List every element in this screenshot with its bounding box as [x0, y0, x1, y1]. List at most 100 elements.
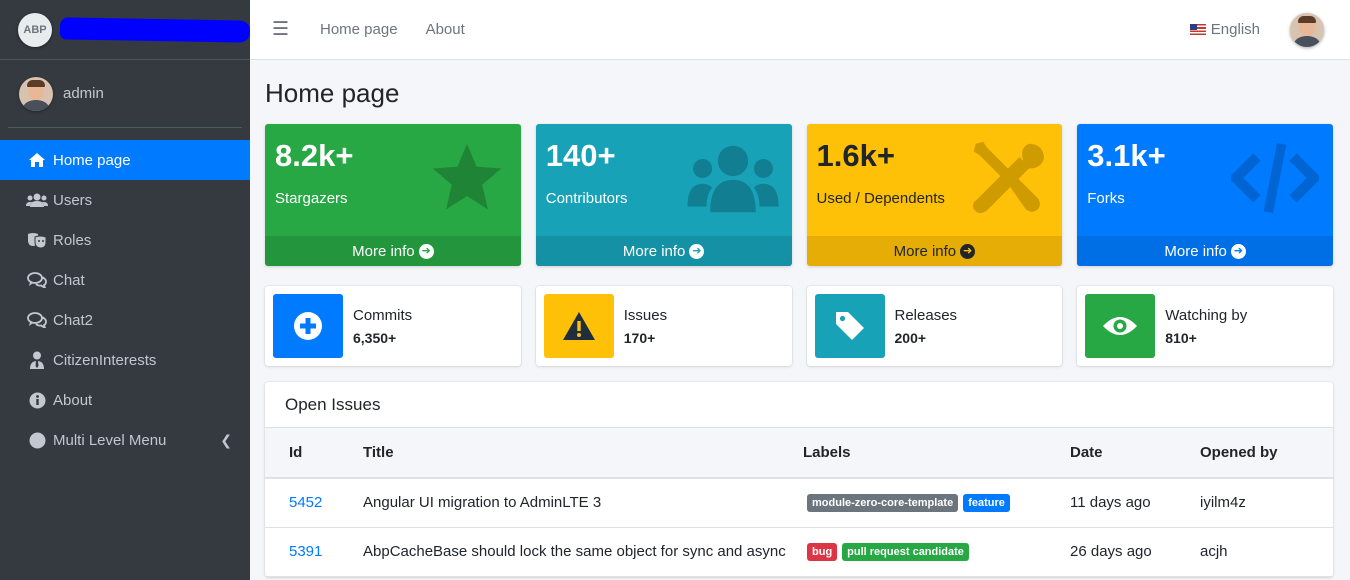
sidebar-item-multi-level-menu[interactable]: Multi Level Menu ❮: [0, 420, 250, 460]
users-icon: [686, 145, 779, 213]
brand-link[interactable]: ABP: [0, 0, 251, 60]
stat-label: Forks: [1087, 190, 1125, 207]
stat-label: Stargazers: [275, 190, 348, 207]
user-avatar: [19, 76, 53, 111]
issue-labels: module-zero-core-template feature: [803, 478, 1070, 528]
sidebar-item-label: CitizenInterests: [53, 351, 157, 369]
sidebar-item-about[interactable]: About: [0, 380, 250, 420]
info-value: 810+: [1165, 329, 1197, 346]
users-icon: [26, 193, 48, 207]
language-label: English: [1210, 21, 1260, 38]
info-value: 6,350+: [353, 329, 397, 346]
sidebar-item-users[interactable]: Users: [0, 180, 250, 220]
label-badge: pull request candidate: [842, 542, 969, 561]
issue-author: iyilm4z: [1200, 478, 1333, 528]
sidebar-item-chat[interactable]: Chat: [0, 260, 250, 300]
info-boxes: Commits 6,350+ Issues 170+ Releases 200+: [265, 286, 1333, 366]
arrow-circle-right-icon: ➜: [418, 243, 434, 259]
stat-label: Contributors: [545, 190, 628, 207]
nav-link-about[interactable]: About: [426, 21, 465, 38]
user-panel[interactable]: admin: [8, 60, 242, 128]
star-icon: [432, 143, 501, 210]
page-title: Home page: [265, 78, 400, 108]
sidebar-nav: Home page Users Roles Chat Chat2 Citizen…: [0, 140, 250, 460]
user-tie-icon: [26, 351, 48, 369]
issue-title: AbpCacheBase should lock the same object…: [363, 527, 803, 577]
stat-value: 140+: [545, 138, 616, 173]
plus-circle-icon: [273, 294, 343, 358]
eye-icon: [1085, 294, 1156, 358]
label-badge: bug: [807, 542, 838, 561]
sidebar-item-citizeninterests[interactable]: CitizenInterests: [0, 340, 250, 380]
circle-icon: [26, 432, 48, 449]
stat-box-contributors: 140+ Contributors More info ➜: [535, 124, 792, 266]
more-info-label: More info: [352, 242, 415, 260]
more-info-link[interactable]: More info ➜: [265, 236, 521, 266]
tools-icon: [973, 141, 1045, 214]
info-label: Releases: [894, 306, 958, 324]
theater-masks-icon: [26, 232, 48, 248]
issue-author: acjh: [1200, 527, 1333, 577]
stat-box-forks: 3.1k+ Forks More info ➜: [1077, 124, 1333, 266]
stat-box-dependents: 1.6k+ Used / Dependents More info ➜: [806, 124, 1063, 266]
chevron-left-icon: ❮: [220, 431, 232, 448]
stat-value: 1.6k+: [816, 138, 895, 173]
stat-label: Used / Dependents: [816, 190, 945, 207]
user-name[interactable]: admin: [63, 85, 104, 102]
more-info-link[interactable]: More info ➜: [806, 236, 1063, 266]
issue-id-link[interactable]: 5452: [289, 494, 322, 511]
sidebar: ABP admin Home page Users Roles Chat Cha…: [0, 0, 251, 580]
table-header-row: Id Title Labels Date Opened by: [265, 428, 1333, 479]
user-menu-avatar[interactable]: [1290, 12, 1324, 47]
stat-boxes: 8.2k+ Stargazers More info ➜ 140+ Contrib…: [265, 124, 1333, 266]
arrow-circle-right-icon: ➜: [960, 243, 976, 259]
top-navbar: ☰ Home page About English: [250, 0, 1350, 60]
stat-box-stargazers: 8.2k+ Stargazers More info ➜: [265, 124, 521, 266]
info-value: 200+: [894, 329, 927, 346]
label-badge: module-zero-core-template: [807, 493, 959, 512]
issue-title: Angular UI migration to AdminLTE 3: [363, 478, 803, 528]
comments-icon: [26, 312, 48, 328]
us-flag-icon: [1189, 24, 1206, 35]
sidebar-item-home[interactable]: Home page: [0, 140, 250, 180]
menu-toggle-icon[interactable]: ☰: [272, 18, 292, 41]
language-selector[interactable]: English: [1189, 21, 1260, 38]
more-info-link[interactable]: More info ➜: [535, 236, 792, 266]
stat-value: 8.2k+: [275, 138, 354, 173]
sidebar-item-label: Chat2: [53, 311, 94, 329]
redacted-brand-name: [59, 16, 251, 43]
tag-icon: [814, 294, 885, 358]
main-content: Home page 8.2k+ Stargazers More info ➜ 14…: [265, 60, 1333, 577]
sidebar-item-label: About: [53, 391, 93, 409]
column-header-id: Id: [265, 428, 363, 479]
info-box-issues: Issues 170+: [535, 286, 792, 366]
sidebar-item-label: Chat: [53, 271, 85, 289]
info-label: Watching by: [1165, 306, 1248, 324]
info-box-commits: Commits 6,350+: [265, 286, 521, 366]
sidebar-item-label: Roles: [53, 231, 92, 249]
sidebar-item-chat2[interactable]: Chat2: [0, 300, 250, 340]
arrow-circle-right-icon: ➜: [689, 243, 705, 259]
info-box-releases: Releases 200+: [806, 286, 1063, 366]
issues-table: Id Title Labels Date Opened by 5452 Angu…: [265, 428, 1333, 577]
issue-date: 26 days ago: [1070, 527, 1200, 577]
nav-link-home[interactable]: Home page: [320, 21, 398, 38]
label-badge: feature: [963, 493, 1010, 512]
more-info-link[interactable]: More info ➜: [1077, 236, 1333, 266]
issue-labels: bug pull request candidate: [803, 527, 1070, 577]
info-value: 170+: [623, 329, 656, 346]
arrow-circle-right-icon: ➜: [1230, 243, 1246, 259]
sidebar-item-label: Users: [53, 191, 93, 209]
more-info-label: More info: [1164, 242, 1227, 260]
issue-id-link[interactable]: 5391: [289, 543, 322, 560]
abp-logo: ABP: [18, 12, 52, 47]
info-circle-icon: [26, 392, 48, 409]
home-icon: [26, 152, 48, 168]
sidebar-item-roles[interactable]: Roles: [0, 220, 250, 260]
warning-icon: [543, 294, 614, 358]
more-info-label: More info: [622, 242, 686, 260]
info-label: Issues: [623, 306, 668, 324]
info-label: Commits: [353, 306, 413, 324]
sidebar-item-label: Home page: [53, 151, 131, 169]
column-header-date: Date: [1070, 428, 1200, 479]
